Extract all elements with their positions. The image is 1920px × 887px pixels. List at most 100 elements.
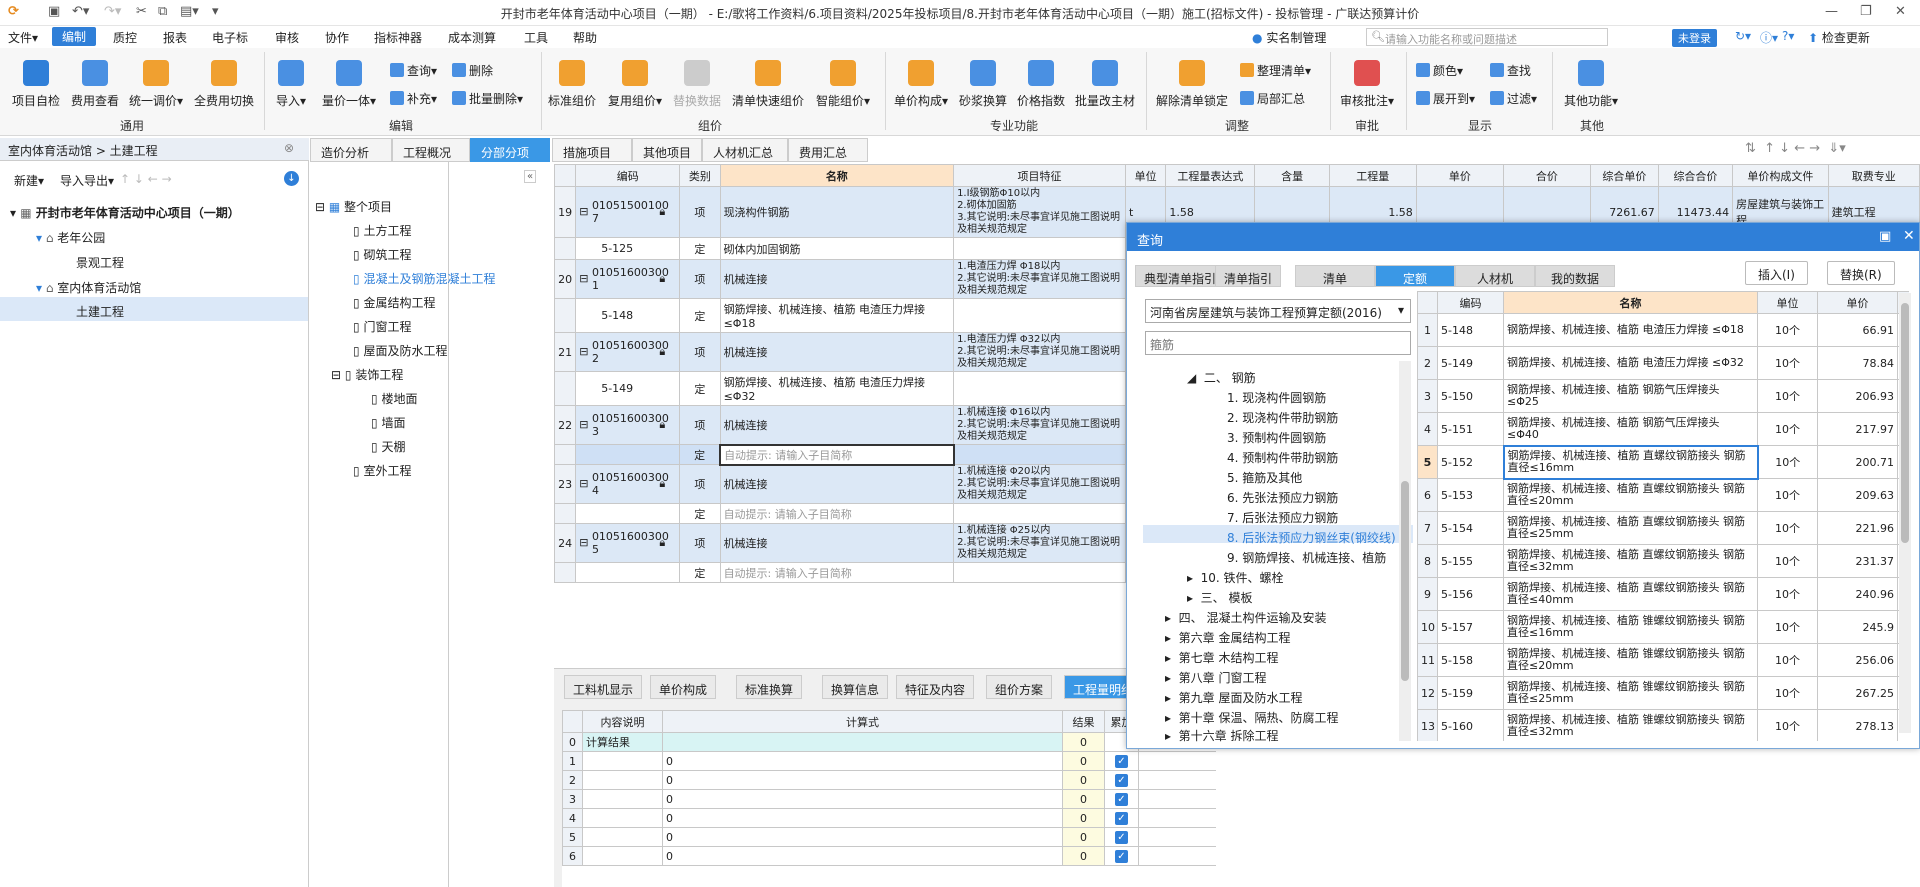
qty-price-button[interactable]: 量价一体▾ — [318, 60, 380, 109]
col-feature[interactable]: 项目特征 — [953, 164, 1126, 187]
code-cell[interactable]: ⊟ 01051600300 4 🔒︎ — [575, 464, 681, 504]
detail-row[interactable]: 0 计算结果 0 — [562, 732, 1216, 752]
collapse-icon[interactable]: ⊟ — [579, 205, 592, 218]
feature-cell[interactable]: 1.电渣压力焊 Φ32以内 2.其它说明:未尽事宜详见施工图说明及相关规范规定 — [953, 332, 1126, 372]
code-cell[interactable]: ⊟ 01051600300 3 🔒︎ — [575, 405, 681, 445]
name-cell[interactable]: 钢筋焊接、机械连接、植筋 电渣压力焊接 ≤Φ18 — [719, 298, 955, 333]
quota-unit-cell[interactable]: 10个 — [1757, 313, 1818, 347]
quota-unit-cell[interactable]: 10个 — [1757, 478, 1818, 512]
tab-labor-summary[interactable]: 人材机汇总 — [702, 138, 788, 162]
maximize-button[interactable]: ❐ — [1860, 4, 1872, 19]
tree-item-doors[interactable]: ▯ 门窗工程 — [353, 318, 411, 335]
desc-cell[interactable] — [582, 846, 663, 866]
qcol-code[interactable]: 编码 — [1437, 291, 1504, 314]
type-cell[interactable]: 定 — [679, 298, 721, 333]
quota-unit-cell[interactable]: 10个 — [1757, 577, 1818, 611]
tree-chapter-9[interactable]: ▸ 第八章 门窗工程 — [1165, 669, 1266, 686]
col-result[interactable]: 结果 — [1062, 710, 1105, 733]
tab-measures[interactable]: 措施项目 — [552, 138, 632, 162]
type-cell[interactable]: 定 — [679, 237, 721, 260]
tab-overview[interactable]: 工程概况 — [392, 138, 470, 162]
detail-row[interactable]: 4 0 0 ✓ — [562, 808, 1216, 828]
toolbar-arrows-icon[interactable]: ⇅ ↑ ↓ ← → ⇓▾ — [1745, 141, 1846, 156]
feature-cell[interactable]: 1.机械连接 Φ16以内 2.其它说明:未尽事宜详见施工图说明及相关规范规定 — [953, 405, 1126, 445]
dtab-typical[interactable]: 典型清单指引 — [1135, 265, 1226, 287]
type-cell[interactable]: 项 — [679, 332, 721, 372]
formula-cell[interactable]: 0 — [662, 827, 1063, 847]
tree-node-park[interactable]: ▾ ⌂ 老年公园 — [36, 229, 105, 246]
tree-item-9[interactable]: 8. 后张法预应力钢丝束(钢绞线) — [1227, 529, 1396, 546]
collapse-icon[interactable]: ⊟ — [579, 477, 592, 490]
quota-price-cell[interactable]: 221.96 — [1817, 511, 1898, 545]
menu-file[interactable]: 文件▾ — [8, 29, 38, 46]
quota-price-cell[interactable]: 240.96 — [1817, 577, 1898, 611]
col-type[interactable]: 类别 — [679, 164, 721, 187]
info-icon[interactable]: ⓘ▾ — [1760, 29, 1778, 46]
name-cell[interactable]: 自动提示: 请输入子目简称 — [719, 443, 955, 466]
quota-search-input[interactable]: 箍筋 — [1145, 331, 1411, 355]
accumulate-cell[interactable]: ✓ — [1104, 808, 1139, 828]
quota-row[interactable]: 12 5-159 钢筋焊接、机械连接、植筋 锥螺纹钢筋接头 钢筋直径≤25mm 10个… — [1417, 676, 1909, 710]
type-cell[interactable]: 项 — [679, 186, 721, 238]
formula-cell[interactable]: 0 — [662, 751, 1063, 771]
quota-unit-cell[interactable]: 10个 — [1757, 544, 1818, 578]
name-cell[interactable]: 机械连接 — [719, 523, 955, 563]
tree-item-5[interactable]: 5. 箍筋及其他 — [1227, 469, 1302, 486]
quota-row[interactable]: 6 5-153 钢筋焊接、机械连接、植筋 直螺纹钢筋接头 钢筋直径≤20mm 10个 2… — [1417, 478, 1909, 512]
btab-standard-convert[interactable]: 标准换算 — [736, 675, 803, 699]
quota-row[interactable]: 1 5-148 钢筋焊接、机械连接、植筋 电渣压力焊接 ≤Φ18 10个 66.91 — [1417, 313, 1909, 347]
quota-price-cell[interactable]: 200.71 — [1817, 445, 1898, 479]
formula-cell[interactable]: 0 — [662, 846, 1063, 866]
desc-cell[interactable] — [582, 751, 663, 771]
menu-report[interactable]: 报表 — [163, 29, 187, 46]
dtab-quota[interactable]: 定额 — [1375, 265, 1455, 287]
import-button[interactable]: 导入▾ — [270, 60, 312, 109]
accumulate-cell[interactable]: ✓ — [1104, 846, 1139, 866]
quota-name-cell[interactable]: 钢筋焊接、机械连接、植筋 直螺纹钢筋接头 钢筋直径≤16mm — [1502, 444, 1759, 480]
checkbox-icon[interactable]: ✓ — [1115, 831, 1128, 844]
tree-item-decoration[interactable]: ⊟ ▯ 装饰工程 — [331, 366, 403, 383]
tree-scrollbar[interactable] — [1399, 361, 1411, 741]
tree-section-formwork[interactable]: ▸ 10. 铁件、螺栓 — [1187, 569, 1284, 586]
help-icon[interactable]: ?▾ — [1782, 29, 1794, 43]
col-code[interactable]: 编码 — [575, 164, 681, 187]
name-cell[interactable]: 钢筋焊接、机械连接、植筋 电渣压力焊接 ≤Φ32 — [719, 371, 955, 406]
quota-price-cell[interactable]: 267.25 — [1817, 676, 1898, 710]
code-cell[interactable]: ⊟ 01051600300 5 🔒︎ — [575, 523, 681, 563]
tree-item-roof[interactable]: ▯ 屋面及防水工程 — [353, 342, 447, 359]
quota-code-cell[interactable]: 5-151 — [1437, 412, 1504, 446]
feature-cell[interactable]: 1.Ⅰ级钢筋Φ10以内 2.砌体加固筋 3.其它说明:未尽事宜详见施工图说明及相… — [953, 186, 1126, 238]
quota-code-cell[interactable]: 5-149 — [1437, 346, 1504, 380]
results-scrollbar[interactable] — [1899, 293, 1911, 733]
price-composition-button[interactable]: 单价构成▾ — [890, 60, 952, 109]
detail-row[interactable]: 1 0 0 ✓ — [562, 751, 1216, 771]
insert-button[interactable]: 插入(I) — [1745, 261, 1808, 285]
col-unit-price[interactable]: 综合单价 — [1589, 164, 1659, 187]
col-name[interactable]: 名称 — [719, 164, 955, 187]
query-button[interactable]: 查询▾ — [390, 62, 437, 79]
mortar-convert-button[interactable]: 砂浆换算 — [956, 60, 1010, 109]
quota-row[interactable]: 13 5-160 钢筋焊接、机械连接、植筋 锥螺纹钢筋接头 钢筋直径≤32mm 10个… — [1417, 709, 1909, 741]
tree-item-metal[interactable]: ▯ 金属结构工程 — [353, 294, 435, 311]
quota-code-cell[interactable]: 5-157 — [1437, 610, 1504, 644]
tab-division[interactable]: 分部分项 — [470, 138, 550, 162]
menu-tools[interactable]: 工具 — [524, 29, 548, 46]
name-cell[interactable]: 自动提示: 请输入子目简称 — [719, 503, 955, 524]
quota-name-cell[interactable]: 钢筋焊接、机械连接、植筋 直螺纹钢筋接头 钢筋直径≤40mm — [1503, 577, 1758, 611]
code-cell[interactable]: 5-148 — [575, 298, 681, 333]
formula-cell[interactable]: 0 — [662, 770, 1063, 790]
quota-name-cell[interactable]: 钢筋焊接、机械连接、植筋 锥螺纹钢筋接头 钢筋直径≤16mm — [1503, 610, 1758, 644]
tree-item-all[interactable]: ⊟ ▦ 整个项目 — [315, 198, 392, 215]
checkbox-icon[interactable]: ✓ — [1115, 850, 1128, 863]
project-check-button[interactable]: 项目自检 — [8, 60, 64, 109]
dtab-mydata[interactable]: 我的数据 — [1535, 265, 1615, 287]
code-cell[interactable] — [575, 562, 681, 583]
qcol-unit[interactable]: 单位 — [1757, 291, 1818, 314]
quota-price-cell[interactable]: 231.37 — [1817, 544, 1898, 578]
menu-edit[interactable]: 编制 — [52, 27, 97, 46]
name-cell[interactable]: 自动提示: 请输入子目简称 — [719, 562, 955, 583]
quota-name-cell[interactable]: 钢筋焊接、机械连接、植筋 直螺纹钢筋接头 钢筋直径≤25mm — [1503, 511, 1758, 545]
col-unit[interactable]: 单位 — [1124, 164, 1167, 187]
filter-button[interactable]: 过滤▾ — [1490, 90, 1537, 107]
feature-cell[interactable]: 1.机械连接 Φ25以内 2.其它说明:未尽事宜详见施工图说明及相关规范规定 — [953, 523, 1126, 563]
